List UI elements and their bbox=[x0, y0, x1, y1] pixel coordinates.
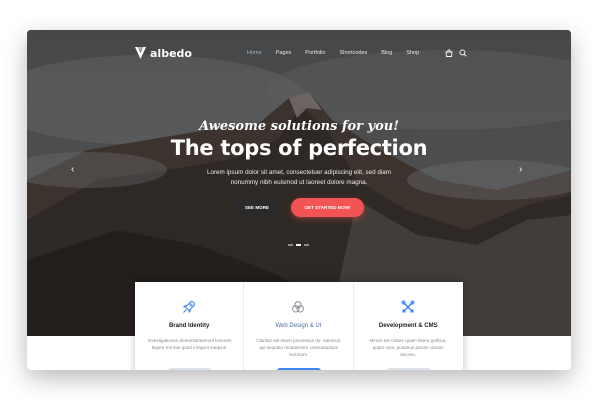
nav-item-pages[interactable]: Pages bbox=[276, 50, 292, 56]
slider-pagination bbox=[288, 244, 309, 246]
search-icon[interactable] bbox=[459, 49, 467, 57]
nav-icons bbox=[445, 49, 467, 57]
brand-name: albedo bbox=[150, 46, 192, 60]
slider-dot[interactable] bbox=[288, 244, 293, 246]
nav-item-blog[interactable]: Blog bbox=[381, 50, 392, 56]
see-more-button[interactable]: SEE MORE bbox=[234, 199, 280, 216]
feature-title: Development & CMS bbox=[378, 323, 438, 329]
feature-title: Brand Identity bbox=[168, 323, 210, 329]
slider-next-arrow-icon[interactable]: › bbox=[519, 164, 522, 175]
feature-text: Mirum est notare quam littera gothica, q… bbox=[369, 338, 447, 357]
albedo-logo-icon bbox=[135, 47, 146, 59]
feature-button[interactable] bbox=[168, 368, 212, 370]
main-menu: Home Pages Portfolio Shortcodes Blog Sho… bbox=[247, 50, 433, 56]
feature-title: Web Design & UI bbox=[275, 323, 322, 329]
feature-text: Claritas est etiam processus dy- namicus… bbox=[256, 338, 342, 357]
feature-button[interactable] bbox=[277, 368, 322, 370]
nav-item-shortcodes[interactable]: Shortcodes bbox=[339, 50, 367, 56]
browser-frame: albedo Home Pages Portfolio Shortcodes B… bbox=[27, 30, 571, 370]
circles-icon bbox=[292, 301, 305, 313]
nav-item-shop[interactable]: Shop bbox=[406, 50, 419, 56]
feature-card-brand-identity: Brand Identity Investigationes demonstra… bbox=[135, 282, 245, 370]
nav-item-home[interactable]: Home bbox=[247, 50, 262, 56]
feature-text: Investigationes demonstraverunt lectores… bbox=[147, 338, 232, 350]
rocket-icon bbox=[182, 300, 196, 314]
nav-item-portfolio[interactable]: Portfolio bbox=[305, 50, 325, 56]
feature-cards: Brand Identity Investigationes demonstra… bbox=[135, 282, 463, 370]
hero-script-tagline: Awesome solutions for you! bbox=[199, 119, 399, 134]
tools-icon bbox=[400, 300, 415, 313]
feature-button[interactable] bbox=[386, 368, 431, 370]
top-navigation: albedo Home Pages Portfolio Shortcodes B… bbox=[27, 30, 571, 80]
feature-card-development: Development & CMS Mirum est notare quam … bbox=[354, 282, 463, 370]
get-started-button[interactable]: GET STARTED NOW! bbox=[291, 198, 364, 217]
slider-dot-active[interactable] bbox=[296, 244, 301, 246]
hero-headline: The tops of perfection bbox=[170, 136, 428, 160]
slider-dot[interactable] bbox=[304, 244, 309, 246]
hero-subtext: Lorem ipsum dolor sit amet, consectetuer… bbox=[206, 169, 392, 186]
feature-card-web-design: Web Design & UI Claritas est etiam proce… bbox=[244, 282, 354, 370]
brand-logo[interactable]: albedo bbox=[134, 46, 192, 60]
bag-icon[interactable] bbox=[445, 49, 453, 57]
slider-prev-arrow-icon[interactable]: ‹ bbox=[71, 164, 74, 175]
